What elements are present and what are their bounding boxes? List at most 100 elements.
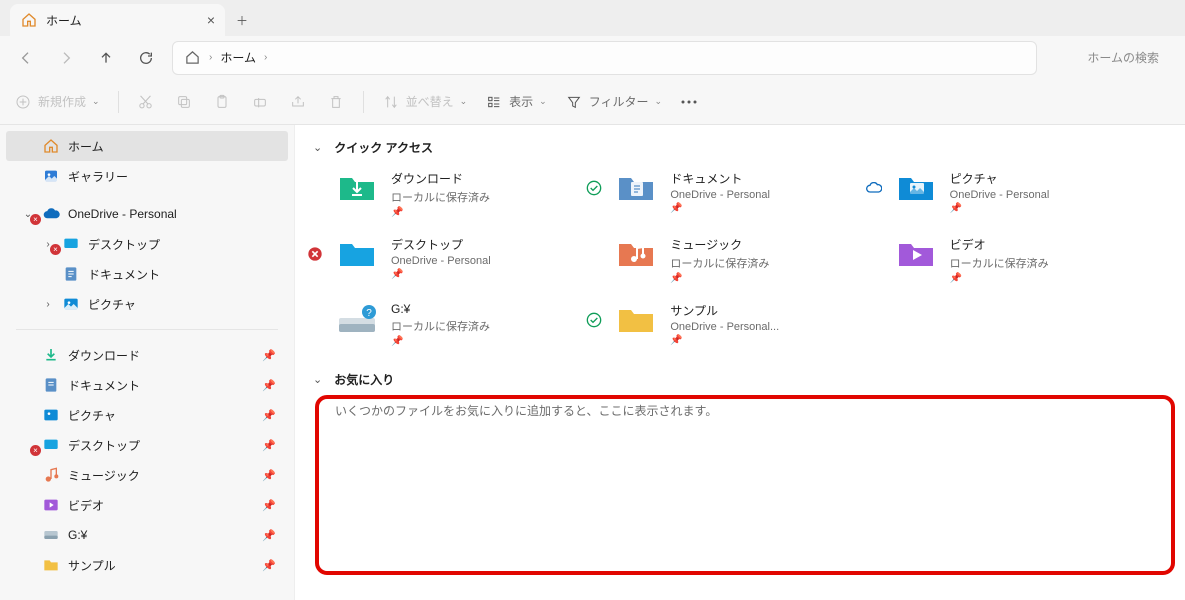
titlebar: ホーム × ＋	[0, 0, 1185, 36]
sidebar-item-label: サンプル	[68, 557, 116, 574]
address-bar[interactable]: › ホーム ›	[172, 41, 1037, 75]
filter-button[interactable]: フィルター ⌄	[565, 93, 662, 111]
pin-icon: 📌	[950, 203, 1050, 214]
sidebar-pin-item[interactable]: ›ピクチャ📌	[6, 400, 288, 430]
sidebar-item-onedrive[interactable]: ⌄ OneDrive - Personal ×	[6, 199, 288, 229]
sidebar-pin-item[interactable]: ›ダウンロード📌	[6, 340, 288, 370]
paste-button[interactable]	[213, 93, 231, 111]
sidebar-pin-item[interactable]: ›G:¥📌	[6, 520, 288, 550]
chevron-down-icon: ⌄	[313, 141, 322, 154]
back-button[interactable]	[8, 40, 44, 76]
pin-icon: 📌	[950, 273, 1049, 284]
up-button[interactable]	[88, 40, 124, 76]
cut-button[interactable]	[137, 93, 155, 111]
quick-access-item[interactable]: サンプルOneDrive - Personal...📌	[614, 302, 893, 347]
filter-icon	[565, 93, 583, 111]
new-tab-button[interactable]: ＋	[225, 4, 259, 36]
item-name: デスクトップ	[391, 236, 491, 253]
chevron-right-icon[interactable]: ›	[42, 299, 54, 310]
sidebar-item-label: ドキュメント	[68, 377, 140, 394]
folder-icon	[42, 496, 60, 514]
rename-button[interactable]	[251, 93, 269, 111]
sort-button[interactable]: 並べ替え ⌄	[382, 93, 468, 111]
pin-icon: 📌	[391, 336, 490, 347]
sidebar-item-od-desktop[interactable]: › デスクトップ ×	[6, 229, 288, 259]
share-button[interactable]	[289, 93, 307, 111]
item-location: OneDrive - Personal	[391, 255, 491, 267]
breadcrumb-home[interactable]: ホーム	[220, 49, 256, 66]
sidebar-item-od-documents[interactable]: › ドキュメント	[6, 259, 288, 289]
sidebar-item-label: デスクトップ	[68, 437, 140, 454]
item-location: ローカルに保存済み	[670, 255, 769, 271]
item-name: G:¥	[391, 302, 490, 316]
home-icon	[20, 11, 38, 29]
refresh-button[interactable]	[128, 40, 164, 76]
sidebar-item-label: ミュージック	[68, 467, 140, 484]
pin-icon: 📌	[262, 349, 276, 362]
sidebar: › ホーム › ギャラリー ⌄ OneDrive - Personal × › …	[0, 125, 295, 600]
quick-access-item[interactable]: ダウンロードローカルに保存済み📌	[335, 170, 614, 218]
folder-icon	[335, 236, 379, 272]
copy-button[interactable]	[175, 93, 193, 111]
quick-access-item[interactable]: ピクチャOneDrive - Personal📌	[894, 170, 1173, 218]
sidebar-item-label: ピクチャ	[68, 407, 116, 424]
item-location: OneDrive - Personal...	[670, 321, 779, 333]
folder-icon	[614, 236, 658, 272]
folder-icon	[42, 526, 60, 544]
forward-button[interactable]	[48, 40, 84, 76]
gallery-icon	[42, 167, 60, 185]
svg-text:?: ?	[366, 308, 372, 319]
tab-close-icon[interactable]: ×	[207, 12, 215, 28]
pin-icon: 📌	[262, 379, 276, 392]
annotation-highlight	[315, 395, 1175, 575]
pictures-icon	[62, 295, 80, 313]
more-button[interactable]	[680, 93, 698, 111]
sidebar-pin-item[interactable]: ›ミュージック📌	[6, 460, 288, 490]
tab-home[interactable]: ホーム ×	[10, 4, 225, 36]
section-quick-access[interactable]: ⌄ クイック アクセス	[307, 139, 1173, 156]
error-badge-icon: ×	[30, 445, 41, 456]
error-badge-icon: ×	[50, 244, 61, 255]
sidebar-pin-item[interactable]: ›サンプル📌	[6, 550, 288, 580]
quick-access-item[interactable]: ビデオローカルに保存済み 📌	[894, 236, 1173, 284]
sidebar-pin-item[interactable]: ›ビデオ📌	[6, 490, 288, 520]
content-area: ⌄ クイック アクセス ダウンロードローカルに保存済み📌ドキュメントOneDri…	[295, 125, 1185, 600]
folder-icon	[42, 436, 60, 454]
quick-access-item[interactable]: ?G:¥ローカルに保存済み📌	[335, 302, 614, 347]
folder-icon	[894, 236, 938, 272]
separator	[16, 329, 278, 330]
item-name: ビデオ	[950, 236, 1049, 253]
search-input[interactable]: ホームの検索	[1069, 49, 1177, 66]
sidebar-pin-item[interactable]: ›デスクトップ📌×	[6, 430, 288, 460]
new-button[interactable]: 新規作成 ⌄	[14, 93, 100, 111]
more-icon	[680, 93, 698, 111]
quick-access-item[interactable]: ミュージックローカルに保存済み📌	[614, 236, 893, 284]
quick-access-item[interactable]: デスクトップOneDrive - Personal📌	[335, 236, 614, 284]
document-icon	[62, 265, 80, 283]
quick-access-item[interactable]: ドキュメントOneDrive - Personal📌	[614, 170, 893, 218]
cloud-icon	[42, 205, 60, 223]
chevron-down-icon: ⌄	[654, 96, 662, 107]
error-badge-icon: ×	[30, 214, 41, 225]
pin-icon: 📌	[262, 559, 276, 572]
folder-icon: ?	[335, 302, 379, 338]
home-icon	[183, 49, 201, 67]
item-name: ミュージック	[670, 236, 769, 253]
folder-icon	[42, 346, 60, 364]
sidebar-pin-item[interactable]: ›ドキュメント📌	[6, 370, 288, 400]
folder-icon	[42, 556, 60, 574]
view-button[interactable]: 表示 ⌄	[485, 93, 547, 111]
sidebar-item-gallery[interactable]: › ギャラリー	[6, 161, 288, 191]
sidebar-item-label: ダウンロード	[68, 347, 140, 364]
folder-icon	[42, 376, 60, 394]
chevron-down-icon: ⌄	[313, 373, 322, 386]
sidebar-item-od-pictures[interactable]: › ピクチャ	[6, 289, 288, 319]
pin-icon: 📌	[670, 203, 770, 214]
desktop-icon	[62, 235, 80, 253]
sidebar-item-label: G:¥	[68, 528, 87, 542]
item-location: ローカルに保存済み	[950, 255, 1049, 271]
pin-icon: 📌	[262, 469, 276, 482]
section-favorites[interactable]: ⌄ お気に入り	[307, 371, 1173, 388]
delete-button[interactable]	[327, 93, 345, 111]
sidebar-item-home[interactable]: › ホーム	[6, 131, 288, 161]
